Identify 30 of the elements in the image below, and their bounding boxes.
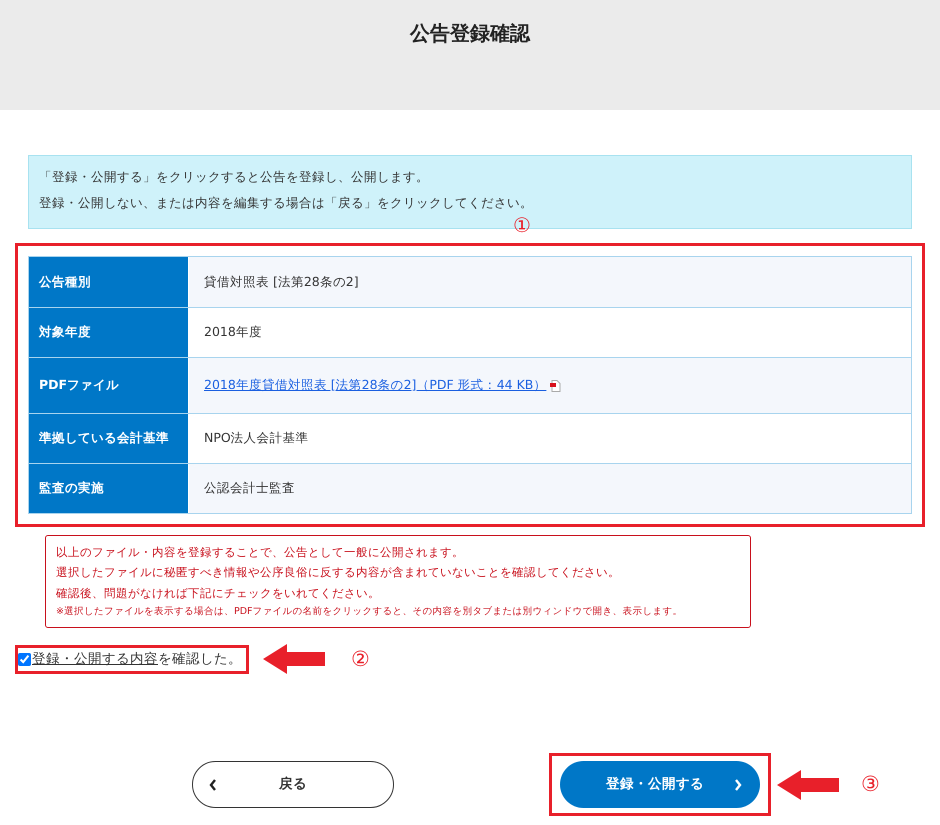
- notice-text: 選択したファイルに秘匿すべき情報や公序良俗に反する内容が含まれていないことを確認してください。: [56, 564, 621, 582]
- chevron-right-icon: [734, 778, 742, 790]
- confirm-checkbox[interactable]: [18, 652, 31, 666]
- annotation-number: ②: [351, 648, 370, 670]
- annotation-number: ①: [513, 215, 531, 235]
- submit-button[interactable]: 登録・公開する: [560, 761, 760, 808]
- cell-text: 公認会計士監査: [204, 479, 295, 498]
- cell-text: 2018年度: [204, 323, 262, 342]
- info-text: 「登録・公開する」をクリックすると公告を登録し、公開します。: [39, 168, 430, 186]
- row-header: 対象年度: [29, 308, 189, 357]
- notice-text: 確認後、問題がなければ下記にチェックをいれてください。: [56, 584, 381, 602]
- confirm-link[interactable]: 登録・公開する内容: [32, 650, 158, 667]
- pdf-link[interactable]: 2018年度貸借対照表 [法第28条の2]（PDF 形式：44 KB）: [204, 376, 546, 395]
- chevron-left-icon: [209, 778, 217, 790]
- notice-note: ※選択したファイルを表示する場合は、PDFファイルの名前をクリックすると、その内容を別タブまたは別ウィンドウで開き、表示します。: [56, 604, 684, 619]
- confirm-text: を確認した。: [158, 650, 242, 667]
- annotation-number: ③: [861, 774, 880, 795]
- page-title: 公告登録確認: [410, 20, 530, 47]
- info-text: 登録・公開しない、または内容を編集する場合は「戻る」をクリックしてください。: [39, 194, 534, 212]
- row-header: 監査の実施: [29, 464, 189, 513]
- row-header: 公告種別: [29, 257, 189, 307]
- cell-text: NPO法人会計基準: [204, 429, 309, 448]
- pdf-file-icon: [550, 380, 562, 392]
- row-header: 準拠している会計基準: [29, 414, 189, 463]
- row-header: PDFファイル: [29, 358, 189, 413]
- back-button[interactable]: 戻る: [192, 761, 394, 808]
- cell-text: 貸借対照表 [法第28条の2]: [204, 272, 359, 291]
- annotation-arrow: [777, 770, 839, 800]
- notice-text: 以上のファイル・内容を登録することで、公告として一般に公開されます。: [56, 544, 465, 561]
- annotation-arrow: [263, 644, 325, 674]
